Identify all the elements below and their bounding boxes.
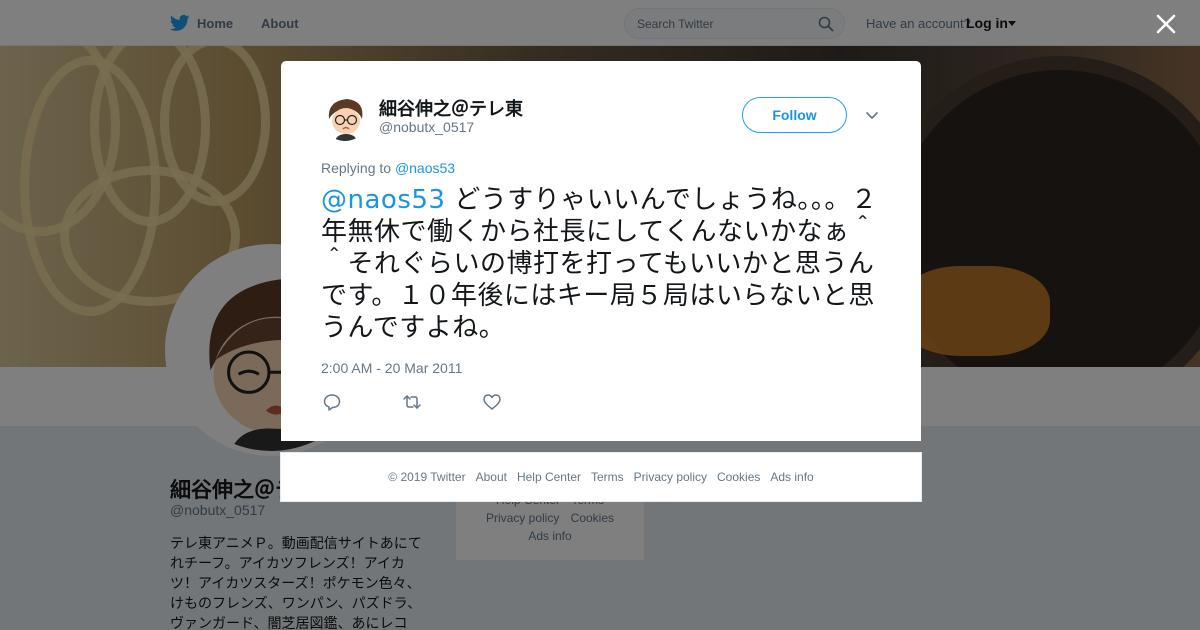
footer-copyright: © 2019 Twitter (388, 470, 466, 484)
close-icon[interactable] (1154, 12, 1178, 36)
footer-link-help-center[interactable]: Help Center (517, 470, 581, 484)
tweet-text: @naos53 どうすりゃいいんでしょうね。。。２年無休で働くから社長にしてくん… (321, 184, 891, 344)
footer-link-privacy-policy[interactable]: Privacy policy (634, 470, 707, 484)
replying-to-link[interactable]: @naos53 (395, 160, 455, 176)
footer-link-terms[interactable]: Terms (591, 470, 624, 484)
cartoon-avatar-illustration (321, 93, 369, 141)
follow-button[interactable]: Follow (742, 97, 847, 133)
chevron-down-icon[interactable] (864, 107, 880, 123)
tweet-timestamp[interactable]: 2:00 AM - 20 Mar 2011 (321, 360, 462, 376)
tweet-author-handle[interactable]: @nobutx_0517 (379, 119, 474, 135)
modal-footer: © 2019 Twitter About Help Center Terms P… (280, 452, 922, 502)
tweet-author-name[interactable]: 細谷伸之＠テレ東 (379, 95, 523, 121)
retweet-icon[interactable] (402, 392, 422, 412)
replying-to-line: Replying to @naos53 (321, 160, 455, 176)
like-icon[interactable] (482, 392, 502, 412)
tweet-permalink-card: 細谷伸之＠テレ東 @nobutx_0517 Follow Replying to… (281, 61, 921, 441)
reply-icon[interactable] (322, 392, 342, 412)
footer-link-ads-info[interactable]: Ads info (770, 470, 813, 484)
tweet-author-avatar[interactable] (321, 93, 369, 141)
footer-link-cookies[interactable]: Cookies (717, 470, 760, 484)
footer-link-about[interactable]: About (476, 470, 507, 484)
replying-to-prefix: Replying to (321, 160, 392, 176)
tweet-mention-link[interactable]: @naos53 (321, 185, 445, 215)
